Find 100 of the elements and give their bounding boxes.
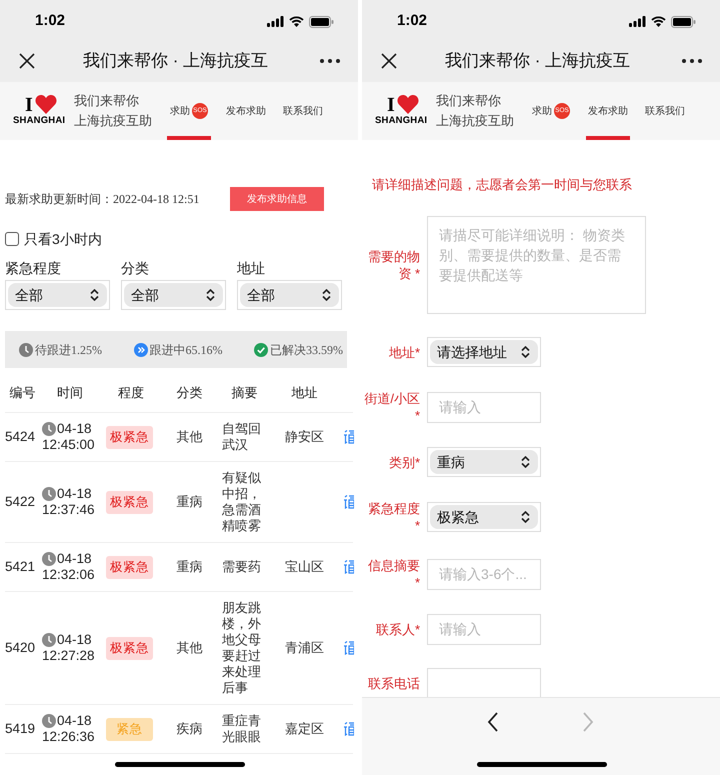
document-icon[interactable] xyxy=(344,560,354,574)
select-field[interactable]: 极紧急 xyxy=(427,502,541,532)
table-cell-text: 5419 xyxy=(5,721,36,737)
table-cell: 04-18 xyxy=(57,713,92,729)
filter-label: 紧急程度 xyxy=(5,259,62,277)
field-label: 地址* xyxy=(388,344,420,360)
document-icon[interactable] xyxy=(344,495,354,509)
nav-tab[interactable]: 联系我们 xyxy=(281,82,325,140)
table-cell-text: 5422 xyxy=(5,494,36,510)
document-icon[interactable] xyxy=(344,722,354,736)
urgency-tag: 极紧急 xyxy=(106,426,153,449)
clock-icon xyxy=(42,633,56,647)
field-label: 紧急程度 * xyxy=(367,500,420,534)
table-cell: 需要药 xyxy=(222,559,262,575)
site-name: 上海抗疫互助 xyxy=(74,112,153,130)
select-field[interactable]: 全部 xyxy=(5,280,110,310)
table-cell: 嘉定区 xyxy=(285,721,324,736)
field-label: 街道/小区 * xyxy=(363,390,420,424)
select-field[interactable]: 重病 xyxy=(427,447,541,477)
site-name: 上海抗疫互助 xyxy=(436,112,515,130)
filter-label: 分类 xyxy=(121,259,150,277)
field-label: 联系人* xyxy=(374,621,420,638)
status-time: 1:02 xyxy=(397,11,428,32)
column-header: 摘要 xyxy=(230,385,258,401)
logo-text: SHANGHAI xyxy=(375,115,428,127)
update-time: 最新求助更新时间：2022-04-18 12:51 xyxy=(5,191,200,208)
signal-icon xyxy=(267,16,284,27)
table-cell: 宝山区 xyxy=(285,559,324,574)
checkbox-label[interactable]: 只看3小时内 xyxy=(24,230,102,248)
field-label: 联系电话 xyxy=(367,675,420,692)
updown-chevron-icon xyxy=(521,346,530,358)
form-notice: 请详细描述问题，志愿者会第一时间与您联系 xyxy=(371,176,633,193)
column-header: 编号 xyxy=(8,385,36,401)
updown-chevron-icon xyxy=(206,289,215,301)
table-cell: 有疑似中招，急需酒精喷雾 xyxy=(222,470,262,534)
stat-text: 跟进中65.16% xyxy=(150,342,222,358)
logo-letter: I xyxy=(25,96,33,114)
stat-text: 待跟进1.25% xyxy=(35,342,102,358)
clock-icon xyxy=(42,487,56,501)
table-cell-text: 12:32:06 xyxy=(42,567,96,583)
more-icon[interactable] xyxy=(320,59,340,63)
table-cell: 静安区 xyxy=(285,429,324,444)
urgency-tag: 极紧急 xyxy=(106,491,153,514)
clock-icon xyxy=(19,342,33,356)
table-cell-text: 其他 xyxy=(176,429,204,445)
select-field[interactable]: 全部 xyxy=(121,280,226,310)
table-cell: 青浦区 xyxy=(285,640,324,655)
document-icon[interactable] xyxy=(344,430,354,444)
table-cell-text: 5424 xyxy=(5,429,36,445)
stat-text: 已解决33.59% xyxy=(270,342,343,358)
select-field[interactable]: 请选择地址 xyxy=(427,337,541,367)
nav-tab[interactable]: 发布求助 xyxy=(586,82,630,140)
logo-text: SHANGHAI xyxy=(13,115,66,127)
urgency-tag: 极紧急 xyxy=(106,556,153,579)
updown-chevron-icon xyxy=(521,511,530,523)
urgency-tag: 极紧急 xyxy=(106,637,153,660)
table-cell-text: 5421 xyxy=(5,559,36,575)
table-cell-text: 12:45:00 xyxy=(42,437,96,453)
close-icon[interactable] xyxy=(18,52,36,70)
table-cell-text: 12:37:46 xyxy=(42,502,96,518)
table-cell-text: 12:27:28 xyxy=(42,648,96,664)
heart-icon xyxy=(34,95,57,114)
filter-label: 地址 xyxy=(237,259,266,277)
table-cell: 重症青光眼眼 xyxy=(222,713,262,745)
check-icon xyxy=(254,342,268,356)
clock-icon xyxy=(42,552,56,566)
input-field[interactable] xyxy=(427,668,541,697)
table-cell-text: 重病 xyxy=(176,559,204,575)
table-cell: 04-18 xyxy=(57,486,92,502)
column-header: 时间 xyxy=(56,385,84,401)
document-icon[interactable] xyxy=(344,641,354,655)
updown-chevron-icon xyxy=(322,289,331,301)
logo-letter: I xyxy=(387,96,395,114)
back-icon[interactable] xyxy=(487,712,499,732)
table-cell: 04-18 xyxy=(57,551,92,567)
battery-icon xyxy=(309,16,334,28)
column-header: 程度 xyxy=(117,385,145,401)
site-name: 我们来帮你 xyxy=(436,92,502,110)
table-cell-text: 12:26:36 xyxy=(42,729,96,745)
clock-icon xyxy=(42,714,56,728)
clock-icon xyxy=(42,422,56,436)
table-cell: 自驾回武汉 xyxy=(222,421,262,453)
nav-tab[interactable]: 联系我们 xyxy=(643,82,687,140)
urgency-tag: 紧急 xyxy=(106,718,153,741)
checkbox[interactable] xyxy=(5,232,19,246)
more-icon[interactable] xyxy=(682,59,702,63)
select-field[interactable]: 全部 xyxy=(237,280,342,310)
updown-chevron-icon xyxy=(521,456,530,468)
window-title: 我们来帮你 · 上海抗疫互 xyxy=(445,50,630,72)
table-cell-text: 疾病 xyxy=(176,721,204,737)
table-cell: 04-18 xyxy=(57,421,92,437)
status-time: 1:02 xyxy=(35,11,66,32)
column-header: 地址 xyxy=(290,385,318,401)
close-icon[interactable] xyxy=(380,52,398,70)
wifi-icon xyxy=(651,16,666,27)
table-cell-text: 其他 xyxy=(176,640,204,656)
field-label: 信息摘要 * xyxy=(367,557,420,591)
signal-icon xyxy=(629,16,646,27)
site-name: 我们来帮你 xyxy=(74,92,140,110)
nav-tab[interactable]: 发布求助 xyxy=(224,82,268,140)
